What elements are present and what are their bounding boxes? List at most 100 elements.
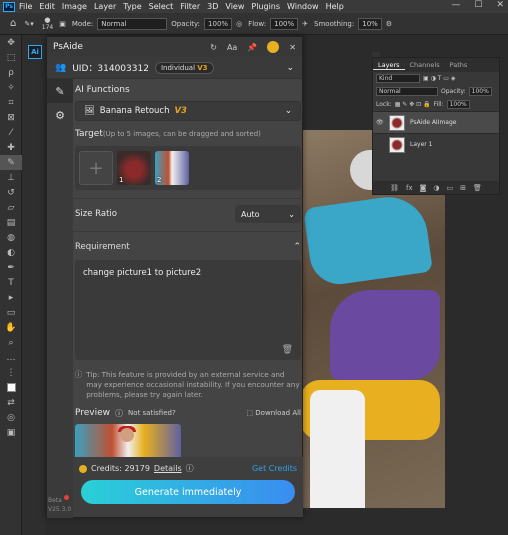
- menu-3d[interactable]: 3D: [207, 2, 218, 11]
- menu-type[interactable]: Type: [123, 2, 141, 11]
- move-tool-icon[interactable]: ✥: [0, 35, 22, 50]
- psaide-launcher-icon[interactable]: Ai: [28, 45, 42, 59]
- edit-mode-icon[interactable]: ✎: [47, 79, 73, 103]
- maximize-button[interactable]: ☐: [474, 0, 482, 10]
- delete-layer-icon[interactable]: 🗑: [473, 184, 482, 192]
- lasso-tool-icon[interactable]: ρ: [0, 65, 22, 80]
- crop-tool-icon[interactable]: ⌗: [0, 95, 22, 110]
- opacity-field[interactable]: 100%: [204, 17, 233, 30]
- layer-opacity-field[interactable]: 100%: [468, 87, 492, 96]
- fill-field[interactable]: 100%: [446, 100, 470, 109]
- frame-tool-icon[interactable]: ⊠: [0, 110, 22, 125]
- flow-field[interactable]: 100%: [270, 17, 299, 30]
- brush-settings-icon[interactable]: ▣: [59, 20, 66, 28]
- pressure-opacity-icon[interactable]: ◎: [236, 20, 242, 28]
- trash-icon[interactable]: 🗑: [282, 345, 293, 355]
- tab-paths[interactable]: Paths: [445, 61, 473, 69]
- divider: [73, 198, 303, 199]
- hand-tool-icon[interactable]: ✋: [0, 320, 22, 335]
- add-image-button[interactable]: +: [79, 151, 113, 185]
- healing-tool-icon[interactable]: ✚: [0, 140, 22, 155]
- target-image-2[interactable]: 2: [155, 151, 189, 185]
- layer-row[interactable]: Layer 1: [373, 133, 499, 155]
- details-link[interactable]: Details: [154, 464, 182, 473]
- minimize-button[interactable]: —: [451, 0, 460, 10]
- eraser-tool-icon[interactable]: ▱: [0, 200, 22, 215]
- brush-tool-icon-active[interactable]: ✎: [0, 155, 22, 170]
- menu-view[interactable]: View: [225, 2, 244, 11]
- quick-select-tool-icon[interactable]: ✧: [0, 80, 22, 95]
- close-icon[interactable]: ✕: [289, 43, 296, 52]
- adjustment-layer-icon[interactable]: ◑: [433, 184, 439, 192]
- preview-image[interactable]: [75, 424, 181, 460]
- mode-select[interactable]: Normal: [97, 17, 168, 30]
- blur-tool-icon[interactable]: ◍: [0, 230, 22, 245]
- airbrush-icon[interactable]: ✈: [302, 20, 308, 28]
- layer-name: PsAide AIImage: [410, 119, 457, 126]
- chevron-down-icon[interactable]: ⌄: [286, 63, 294, 73]
- menu-filter[interactable]: Filter: [180, 2, 200, 11]
- visibility-eye-icon[interactable]: 👁: [376, 119, 384, 126]
- theme-toggle-icon[interactable]: [267, 41, 280, 53]
- menu-window[interactable]: Window: [287, 2, 319, 11]
- pin-icon[interactable]: 📌: [247, 43, 257, 52]
- requirement-textarea[interactable]: change picture1 to picture2 🗑: [75, 260, 301, 360]
- menu-plugins[interactable]: Plugins: [251, 2, 280, 11]
- smoothing-field[interactable]: 10%: [358, 17, 382, 30]
- get-credits-link[interactable]: Get Credits: [252, 464, 297, 473]
- rectangle-tool-icon[interactable]: ▭: [0, 305, 22, 320]
- settings-gear-icon[interactable]: ⚙: [47, 103, 73, 127]
- chevron-up-icon[interactable]: ⌃: [293, 242, 301, 252]
- brush-tool-icon[interactable]: ✎▾: [24, 20, 33, 28]
- not-satisfied-link[interactable]: Not satisfied?: [128, 409, 176, 417]
- menu-image[interactable]: Image: [62, 2, 87, 11]
- size-ratio-select[interactable]: Auto ⌄: [235, 205, 301, 223]
- quick-mask-icon[interactable]: ◎: [0, 410, 22, 425]
- zoom-tool-icon[interactable]: ⌕: [0, 335, 22, 350]
- screen-mode-icon[interactable]: ▣: [0, 425, 22, 440]
- pen-tool-icon[interactable]: ✒: [0, 260, 22, 275]
- swap-colors-icon[interactable]: ⇄: [0, 395, 22, 410]
- home-icon[interactable]: ⌂: [10, 18, 16, 29]
- link-layers-icon[interactable]: ⛓: [390, 184, 399, 192]
- download-all-button[interactable]: ⬚ Download All: [246, 409, 301, 417]
- add-mask-icon[interactable]: ◙: [420, 184, 427, 192]
- filter-icons[interactable]: ▣ ◑ T ▭ ◈: [423, 75, 455, 82]
- layer-row[interactable]: 👁 PsAide AIImage: [373, 111, 499, 133]
- target-image-1[interactable]: 1: [117, 151, 151, 185]
- dodge-tool-icon[interactable]: ◐: [0, 245, 22, 260]
- close-window-button[interactable]: ✕: [496, 0, 504, 10]
- menu-select[interactable]: Select: [149, 2, 174, 11]
- more-tools-icon[interactable]: …: [0, 350, 22, 365]
- blend-mode-select[interactable]: Normal: [376, 87, 438, 96]
- menu-help[interactable]: Help: [326, 2, 344, 11]
- requirement-header[interactable]: Requirement ⌃: [75, 240, 301, 254]
- brush-preset-picker[interactable]: ● 174: [42, 16, 53, 31]
- menu-edit[interactable]: Edit: [39, 2, 55, 11]
- user-info-row[interactable]: 👥 UID：314003312 Individual V3 ⌄: [47, 57, 302, 79]
- font-size-icon[interactable]: Aa: [227, 43, 237, 52]
- feedback-icon[interactable]: ⓘ: [115, 408, 123, 419]
- filter-kind-select[interactable]: Kind: [376, 74, 420, 83]
- menu-file[interactable]: File: [19, 2, 32, 11]
- fx-icon[interactable]: fx: [406, 184, 413, 192]
- menu-layer[interactable]: Layer: [94, 2, 116, 11]
- marquee-tool-icon[interactable]: ⬚: [0, 50, 22, 65]
- tab-channels[interactable]: Channels: [405, 61, 445, 69]
- stamp-tool-icon[interactable]: ⊥: [0, 170, 22, 185]
- edit-toolbar-icon[interactable]: ⋮: [0, 365, 22, 380]
- tab-layers[interactable]: Layers: [373, 61, 405, 70]
- ai-function-select[interactable]: 🖼 Banana Retouch V3 ⌄: [75, 101, 301, 121]
- history-brush-icon[interactable]: ↺: [0, 185, 22, 200]
- lock-icons[interactable]: ▦ ✎ ✥ ⊡ 🔒: [395, 101, 431, 108]
- type-tool-icon[interactable]: T: [0, 275, 22, 290]
- eyedropper-tool-icon[interactable]: ⁄: [0, 125, 22, 140]
- generate-button[interactable]: Generate immediately: [81, 480, 295, 504]
- refresh-icon[interactable]: ↻: [210, 43, 217, 52]
- new-group-icon[interactable]: ▭: [447, 184, 454, 192]
- path-select-icon[interactable]: ▸: [0, 290, 22, 305]
- smoothing-settings-icon[interactable]: ⚙: [386, 20, 392, 28]
- gradient-tool-icon[interactable]: ▤: [0, 215, 22, 230]
- new-layer-icon[interactable]: ⊞: [460, 184, 466, 192]
- color-swatches[interactable]: [0, 380, 22, 395]
